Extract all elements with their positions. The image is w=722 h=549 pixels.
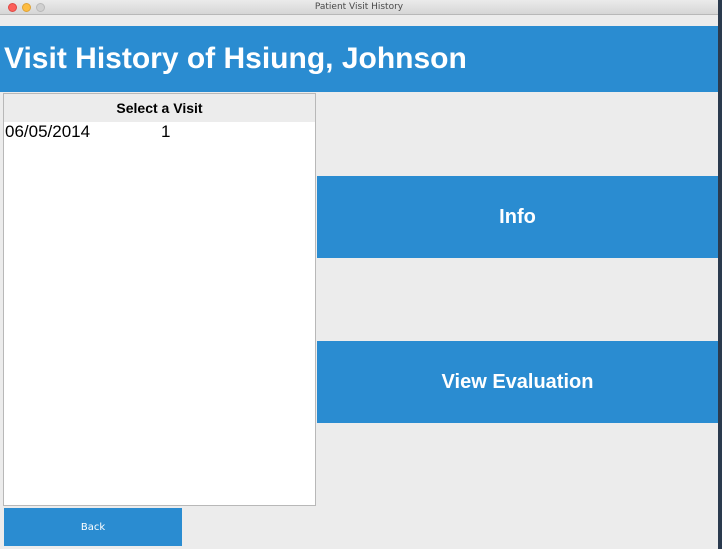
visit-date: 06/05/2014 [5,122,91,141]
window-title: Patient Visit History [314,2,404,12]
page-header: Visit History of Hsiung, Johnson [0,26,718,92]
page-title: Visit History of Hsiung, Johnson [4,42,467,75]
title-bar: Patient Visit History [0,0,718,15]
visit-number: 1 [161,122,171,141]
back-button[interactable]: Back [4,508,182,546]
app-window: Patient Visit History Visit History of H… [0,0,718,549]
visit-list-panel: Select a Visit 06/05/2014 1 [3,93,316,506]
view-evaluation-button[interactable]: View Evaluation [317,341,718,423]
visit-row[interactable]: 06/05/2014 1 [4,122,315,144]
info-button[interactable]: Info [317,176,718,258]
visit-list-heading: Select a Visit [4,94,315,122]
